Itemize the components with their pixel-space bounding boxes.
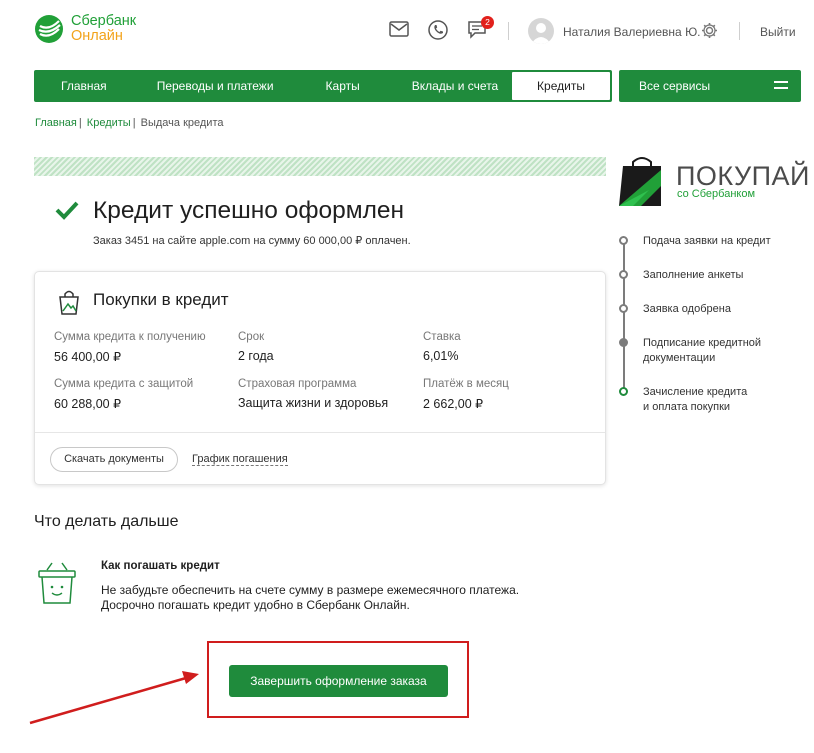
success-subtitle: Заказ 3451 на сайте apple.com на сумму 6… [93, 235, 411, 247]
steps-track [623, 241, 625, 391]
field-term: Срок 2 года [238, 331, 274, 363]
pokupay-logo-icon [619, 157, 661, 206]
logo-subtitle: Онлайн [71, 28, 123, 44]
nav-item-deposits[interactable]: Вклады и счета [360, 79, 499, 93]
field-label: Платёж в месяц [423, 378, 509, 390]
breadcrumb-home[interactable]: Главная [35, 117, 77, 129]
check-icon [55, 201, 79, 220]
field-label: Ставка [423, 331, 461, 343]
progress-stripe [34, 157, 606, 176]
breadcrumb: Главная | Кредиты | Выдача кредита [35, 117, 224, 129]
field-label: Страховая программа [238, 378, 357, 390]
field-label: Сумма кредита с защитой [54, 378, 194, 390]
main-nav: Главная Переводы и платежи Карты Вклады … [34, 70, 612, 102]
basket-icon [38, 562, 76, 604]
field-value: 56 400,00 ₽ [54, 350, 122, 364]
tip-line: Досрочно погашать кредит удобно в Сберба… [101, 598, 410, 612]
step-item: Подача заявки на кредит [643, 234, 771, 249]
step-item: Зачисление кредита и оплата покупки [643, 385, 747, 415]
breadcrumb-credits[interactable]: Кредиты [87, 117, 131, 129]
user-avatar-icon[interactable] [528, 18, 554, 44]
settings-gear-icon[interactable] [701, 22, 718, 39]
step-marker [619, 338, 628, 347]
field-amount-with-insurance: Сумма кредита с защитой 60 288,00 ₽ [54, 378, 193, 411]
all-services-label: Все сервисы [639, 79, 711, 93]
step-marker-current [619, 387, 628, 396]
card-divider [35, 432, 605, 433]
step-marker [619, 270, 628, 279]
nav-item-credits[interactable]: Кредиты [512, 72, 610, 100]
field-monthly-payment: Платёж в месяц 2 662,00 ₽ [423, 378, 509, 411]
step-label: Подача заявки на кредит [643, 235, 771, 247]
messages-count-badge: 2 [481, 16, 494, 29]
header-divider [508, 22, 509, 40]
step-label: Подписание кредитной [643, 337, 762, 349]
breadcrumb-current: Выдача кредита [140, 117, 224, 129]
download-documents-button[interactable]: Скачать документы [50, 447, 178, 472]
nav-item-transfers[interactable]: Переводы и платежи [107, 79, 274, 93]
field-value: 6,01% [423, 349, 459, 363]
success-title: Кредит успешно оформлен [93, 197, 405, 224]
credit-details-card: Покупки в кредит Сумма кредита к получен… [34, 271, 606, 485]
logout-link[interactable]: Выйти [760, 25, 796, 39]
payment-schedule-link[interactable]: График погашения [192, 453, 288, 466]
field-label: Срок [238, 331, 265, 343]
tip-line: Не забудьте обеспечить на счете сумму в … [101, 583, 520, 597]
logo-title: Сбербанк [71, 13, 137, 29]
user-name[interactable]: Наталия Валериевна Ю. [563, 25, 701, 39]
step-marker [619, 236, 628, 245]
tip-title: Как погашать кредит [101, 560, 220, 572]
field-value: Защита жизни и здоровья [238, 396, 389, 410]
step-label: и оплата покупки [643, 401, 731, 413]
header-divider [739, 22, 740, 40]
all-services-button[interactable]: Все сервисы [619, 70, 801, 102]
field-label: Сумма кредита к получению [54, 331, 206, 343]
step-item: Подписание кредитной документации [643, 336, 761, 366]
next-steps-title: Что делать дальше [34, 513, 179, 530]
step-label: Заполнение анкеты [643, 269, 744, 281]
nav-item-home[interactable]: Главная [34, 79, 107, 93]
field-credit-amount: Сумма кредита к получению 56 400,00 ₽ [54, 331, 206, 364]
brand-subtitle: со Сбербанком [677, 188, 756, 200]
field-value: 60 288,00 ₽ [54, 397, 122, 411]
card-title: Покупки в кредит [93, 290, 229, 309]
nav-item-cards[interactable]: Карты [274, 79, 360, 93]
step-item: Заявка одобрена [643, 302, 731, 317]
phone-icon[interactable] [428, 20, 448, 40]
field-value: 2 года [238, 349, 274, 363]
step-label: документации [643, 352, 716, 364]
step-item: Заполнение анкеты [643, 268, 743, 283]
step-label: Зачисление кредита [643, 386, 748, 398]
tip-text: Не забудьте обеспечить на счете сумму в … [101, 583, 519, 613]
shopping-bag-icon [59, 290, 79, 315]
field-insurance-program: Страховая программа Защита жизни и здоро… [238, 378, 388, 410]
step-label: Заявка одобрена [643, 303, 731, 315]
field-value: 2 662,00 ₽ [423, 397, 484, 411]
mail-icon[interactable] [389, 21, 409, 37]
step-marker [619, 304, 628, 313]
menu-icon [774, 81, 788, 93]
finish-order-button[interactable]: Завершить оформление заказа [229, 665, 448, 697]
field-rate: Ставка 6,01% [423, 331, 461, 363]
sberbank-logo-icon [35, 15, 63, 43]
sberbank-logo[interactable]: Сбербанк Онлайн [34, 14, 136, 44]
